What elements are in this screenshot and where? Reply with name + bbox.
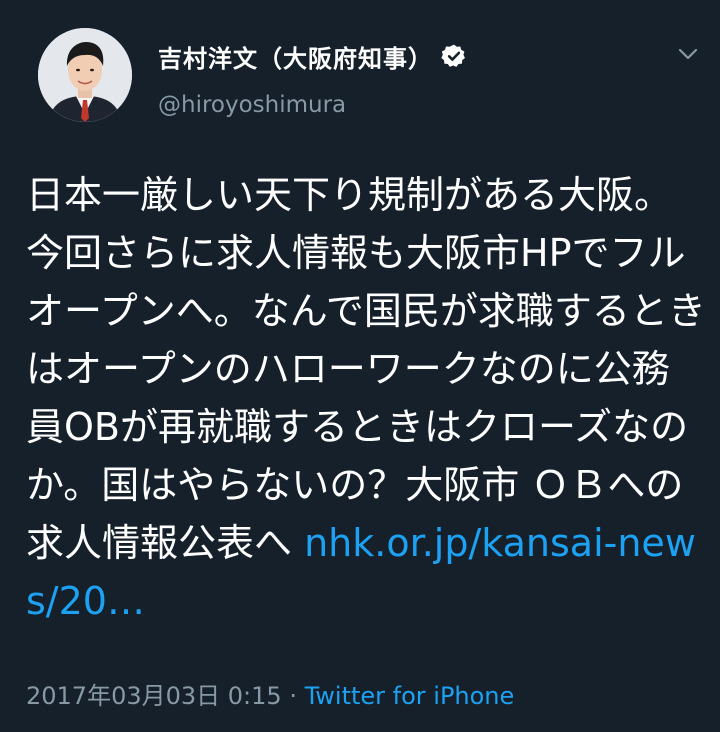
meta-separator: · xyxy=(281,682,305,710)
tweet-text: 日本一厳しい天下り規制がある大阪。今回さらに求人情報も大阪市HPでフルオープンへ… xyxy=(26,166,706,630)
avatar[interactable] xyxy=(38,28,132,122)
verified-badge-icon xyxy=(441,44,465,67)
tweet-meta: 2017年03月03日 0:15 · Twitter for iPhone xyxy=(26,676,514,711)
user-handle[interactable]: @hiroyoshimura xyxy=(158,92,346,118)
tweet-source-link[interactable]: Twitter for iPhone xyxy=(305,682,515,710)
display-name[interactable]: 吉村洋文（大阪府知事） xyxy=(158,39,433,74)
tweet-body-text: 日本一厳しい天下り規制がある大阪。今回さらに求人情報も大阪市HPでフルオープンへ… xyxy=(26,173,706,565)
chevron-down-icon[interactable] xyxy=(676,42,700,66)
timestamp[interactable]: 2017年03月03日 0:15 xyxy=(26,682,282,710)
name-row: 吉村洋文（大阪府知事） xyxy=(158,36,467,76)
tweet-header: 吉村洋文（大阪府知事） @hiroyoshimura xyxy=(0,0,720,150)
